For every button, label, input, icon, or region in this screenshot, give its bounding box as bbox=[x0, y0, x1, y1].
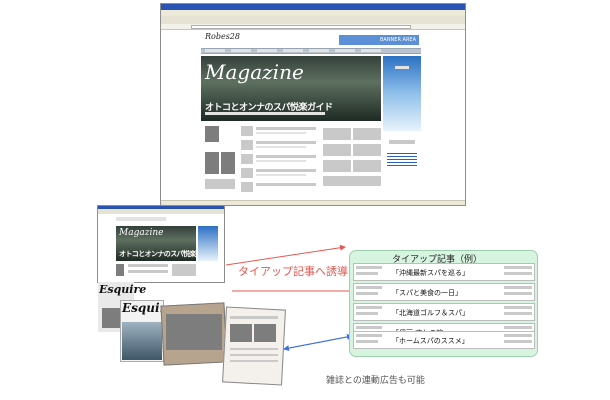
row-sponsor bbox=[504, 286, 532, 289]
bottom-caption: 雑誌との連動広告も可能 bbox=[326, 376, 425, 386]
row-sponsor bbox=[504, 266, 532, 269]
row-theme bbox=[356, 340, 378, 343]
row-theme bbox=[356, 266, 382, 269]
tieup-row: 「ホームスパのススメ」 bbox=[353, 331, 535, 349]
row-theme bbox=[356, 334, 382, 337]
arrow-label: タイアップ記事へ誘導 bbox=[238, 265, 348, 278]
row-theme bbox=[356, 292, 378, 295]
tieup-row: 「北海道ゴルフ＆スパ」 bbox=[353, 303, 535, 321]
tieup-row: 「スパと美食の一日」 bbox=[353, 283, 535, 301]
row-article: 「沖縄最新スパを巡る」 bbox=[392, 269, 469, 277]
row-theme bbox=[356, 306, 382, 309]
row-article: 「スパと美食の一日」 bbox=[392, 289, 462, 297]
row-sponsor bbox=[504, 292, 532, 295]
row-theme bbox=[356, 286, 382, 289]
row-sponsor bbox=[504, 312, 532, 315]
row-sponsor bbox=[504, 272, 532, 275]
tieup-row: 「沖縄最新スパを巡る」 bbox=[353, 263, 535, 281]
row-theme bbox=[356, 326, 382, 329]
row-sponsor bbox=[504, 326, 532, 329]
row-theme bbox=[356, 312, 378, 315]
row-article: 「北海道ゴルフ＆スパ」 bbox=[392, 309, 469, 317]
row-article: 「ホームスパのススメ」 bbox=[392, 337, 469, 345]
arrow-to-tieup-blue bbox=[283, 333, 353, 350]
row-theme bbox=[356, 272, 378, 275]
row-sponsor bbox=[504, 334, 532, 337]
row-sponsor bbox=[504, 306, 532, 309]
row-sponsor bbox=[504, 340, 532, 343]
